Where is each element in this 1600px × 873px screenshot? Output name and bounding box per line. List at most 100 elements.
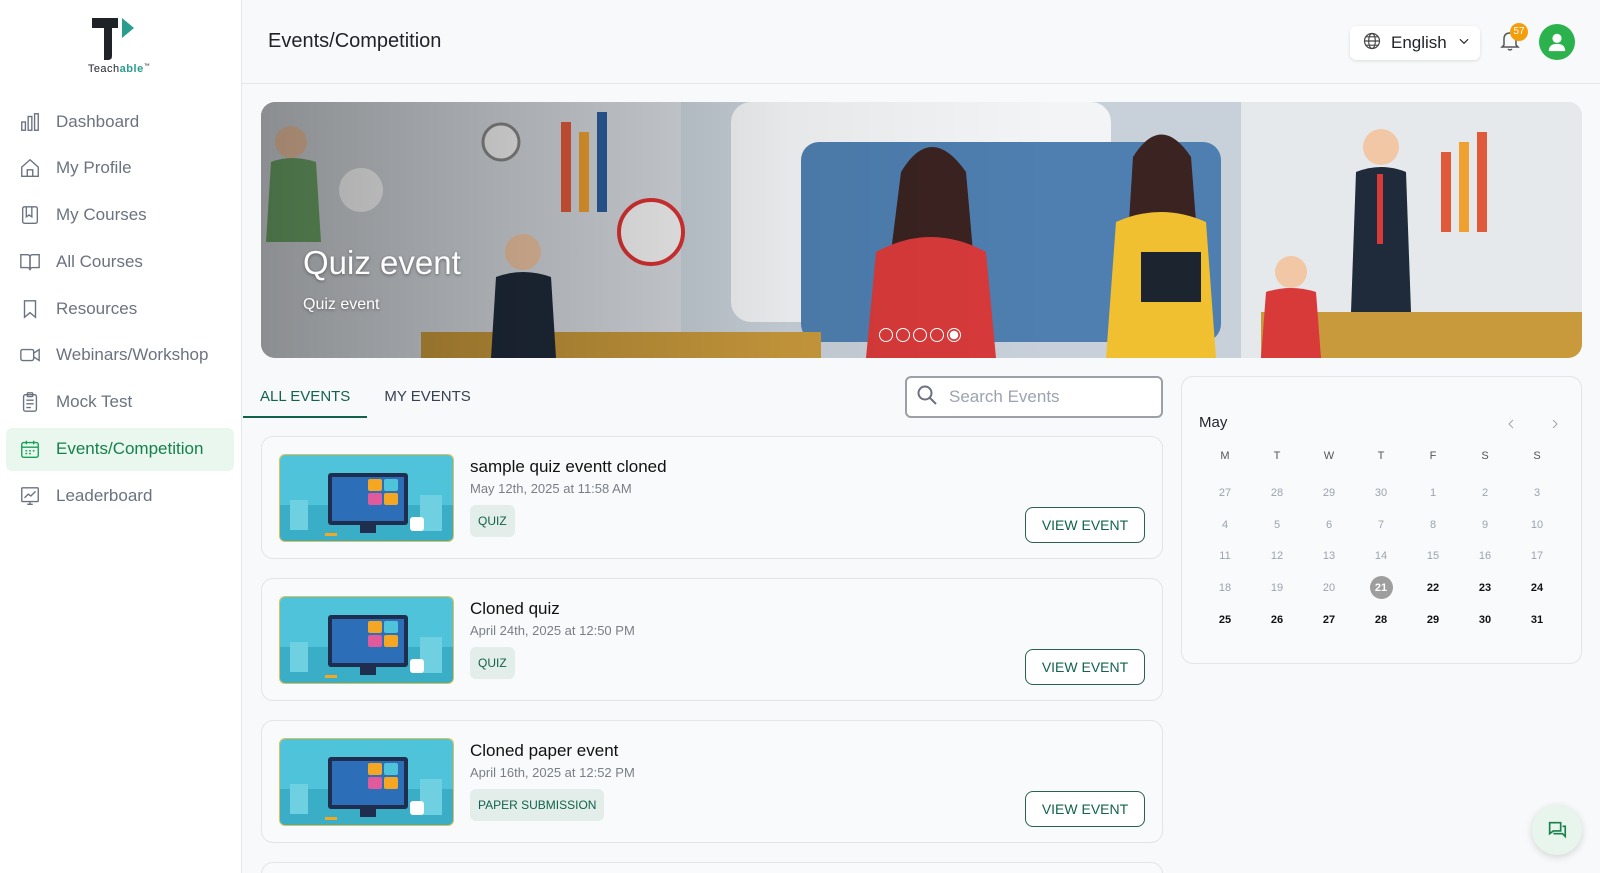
event-thumbnail: [279, 454, 454, 542]
sidebar-item-my-courses[interactable]: My Courses: [6, 194, 234, 237]
calendar-day[interactable]: 27: [1303, 604, 1355, 636]
logo-text: Teachable™: [87, 63, 151, 75]
calendar-day[interactable]: 27: [1199, 477, 1251, 509]
calendar-day[interactable]: 30: [1355, 477, 1407, 509]
calendar-day[interactable]: 23: [1459, 572, 1511, 604]
event-type-badge: QUIZ: [470, 505, 515, 537]
search-input[interactable]: [949, 387, 1149, 407]
logo-mark-icon: [92, 18, 134, 60]
bar-chart-icon: [18, 110, 42, 134]
calendar-month: May: [1199, 414, 1228, 431]
calendar-day[interactable]: 18: [1199, 572, 1251, 604]
carousel-dot[interactable]: [930, 328, 944, 342]
sidebar-item-my-profile[interactable]: My Profile: [6, 147, 234, 190]
event-title: Cloned quiz: [470, 599, 560, 618]
trend-chart-icon: [18, 484, 42, 508]
event-thumbnail-image: [280, 597, 453, 683]
tab-my-events[interactable]: MY EVENTS: [367, 376, 487, 418]
carousel-dot[interactable]: [913, 328, 927, 342]
book-square-icon: [18, 203, 42, 227]
sidebar-item-resources[interactable]: Resources: [6, 287, 234, 330]
event-title: sample quiz eventt cloned: [470, 457, 667, 476]
sidebar-item-dashboard[interactable]: Dashboard: [6, 100, 234, 143]
view-event-button[interactable]: VIEW EVENT: [1025, 791, 1145, 827]
calendar-day[interactable]: 16: [1459, 540, 1511, 572]
chat-icon: [1548, 821, 1567, 839]
view-event-button[interactable]: VIEW EVENT: [1025, 507, 1145, 543]
calendar-day[interactable]: 24: [1511, 572, 1563, 604]
calendar-day[interactable]: 30: [1459, 604, 1511, 636]
calendar-day[interactable]: 17: [1511, 540, 1563, 572]
weekday-label: T: [1273, 450, 1281, 462]
calendar-day[interactable]: 5: [1251, 509, 1303, 541]
tab-all-events[interactable]: ALL EVENTS: [243, 376, 368, 418]
calendar-day[interactable]: 1: [1407, 477, 1459, 509]
sidebar-item-events[interactable]: Events/Competition: [6, 427, 234, 471]
sidebar-item-mock-test[interactable]: Mock Test: [6, 381, 234, 424]
language-select[interactable]: English: [1350, 26, 1480, 60]
calendar-grid: M T W T F S S 27 28 29 30 1 2 3 4 5 6 7 …: [1199, 443, 1563, 635]
calendar-spacer: [1199, 469, 1563, 477]
home-icon: [18, 156, 42, 180]
bell-icon: [1498, 32, 1522, 56]
event-list: sample quiz eventt cloned May 12th, 2025…: [261, 436, 1163, 873]
calendar-day[interactable]: 12: [1251, 540, 1303, 572]
calendar-prev-button[interactable]: [1500, 413, 1522, 435]
calendar-day[interactable]: 28: [1355, 604, 1407, 636]
calendar-day[interactable]: 10: [1511, 509, 1563, 541]
calendar-day[interactable]: 11: [1199, 540, 1251, 572]
event-banner-carousel[interactable]: Quiz event Quiz event: [261, 102, 1582, 358]
calendar-day[interactable]: 8: [1407, 509, 1459, 541]
calendar-day[interactable]: 2: [1459, 477, 1511, 509]
weekday-label: W: [1323, 450, 1335, 462]
calendar-day[interactable]: 15: [1407, 540, 1459, 572]
calendar-day[interactable]: 7: [1355, 509, 1407, 541]
sidebar-item-label: My Courses: [56, 205, 147, 225]
calendar-day[interactable]: 4: [1199, 509, 1251, 541]
calendar-day[interactable]: 3: [1511, 477, 1563, 509]
user-avatar[interactable]: [1539, 24, 1575, 60]
event-date: April 24th, 2025 at 12:50 PM: [470, 623, 635, 638]
calendar-day[interactable]: 14: [1355, 540, 1407, 572]
calendar-day[interactable]: 9: [1459, 509, 1511, 541]
carousel-dot[interactable]: [896, 328, 910, 342]
sidebar-item-all-courses[interactable]: All Courses: [6, 240, 234, 283]
calendar-day[interactable]: 6: [1303, 509, 1355, 541]
event-card-partial: [261, 862, 1163, 873]
teachable-logo[interactable]: Teachable™: [82, 16, 162, 78]
calendar-day[interactable]: 29: [1407, 604, 1459, 636]
video-icon: [18, 343, 42, 367]
user-icon: [1548, 33, 1566, 52]
event-card: sample quiz eventt cloned May 12th, 2025…: [261, 436, 1163, 559]
top-header: Events/Competition English 57: [242, 0, 1600, 84]
notifications-button[interactable]: 57: [1498, 23, 1528, 56]
calendar-day-today[interactable]: 21: [1355, 572, 1407, 604]
event-title: Cloned paper event: [470, 741, 619, 760]
calendar-day[interactable]: 28: [1251, 477, 1303, 509]
sidebar-item-webinars[interactable]: Webinars/Workshop: [6, 334, 234, 377]
event-date: May 12th, 2025 at 11:58 AM: [470, 481, 632, 496]
calendar-day[interactable]: 29: [1303, 477, 1355, 509]
weekday-label: M: [1220, 450, 1230, 462]
sidebar-item-label: Dashboard: [56, 111, 140, 131]
chat-button[interactable]: [1532, 805, 1582, 855]
sidebar-item-leaderboard[interactable]: Leaderboard: [6, 474, 234, 517]
calendar-day[interactable]: 13: [1303, 540, 1355, 572]
calendar-day[interactable]: 25: [1199, 604, 1251, 636]
carousel-dot-active[interactable]: [947, 328, 961, 342]
weekday-label: T: [1377, 450, 1385, 462]
calendar-day[interactable]: 26: [1251, 604, 1303, 636]
weekday-label: F: [1429, 450, 1437, 462]
calendar-next-button[interactable]: [1544, 413, 1566, 435]
weekday-label: S: [1481, 450, 1489, 462]
calendar-day[interactable]: 20: [1303, 572, 1355, 604]
carousel-dot[interactable]: [879, 328, 893, 342]
sidebar-item-label: Events/Competition: [56, 439, 204, 459]
calendar-day[interactable]: 22: [1407, 572, 1459, 604]
calendar-day[interactable]: 31: [1511, 604, 1563, 636]
view-event-button[interactable]: VIEW EVENT: [1025, 649, 1145, 685]
carousel-dots: [879, 328, 961, 342]
sidebar-nav: Dashboard My Profile My Courses All Cour…: [6, 100, 234, 521]
calendar-day[interactable]: 19: [1251, 572, 1303, 604]
event-card: Cloned paper event April 16th, 2025 at 1…: [261, 720, 1163, 843]
